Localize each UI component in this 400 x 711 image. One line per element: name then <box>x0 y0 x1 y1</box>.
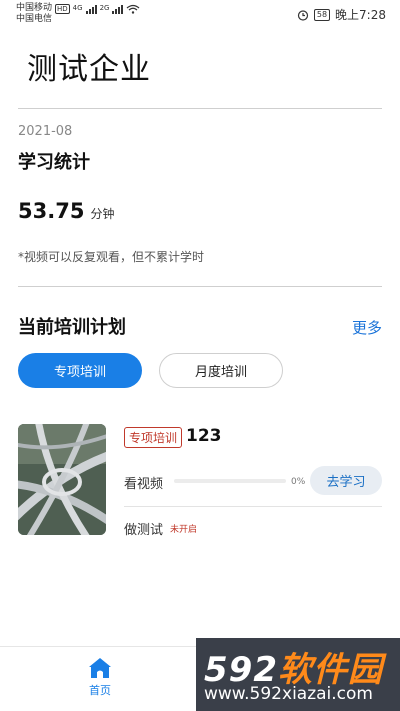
study-minutes: 53.75 分钟 <box>18 199 114 223</box>
wifi-icon <box>127 4 140 14</box>
nav-home[interactable]: 首页 <box>76 657 124 698</box>
training-plan-title: 当前培训计划 <box>18 317 126 338</box>
signal-icon <box>85 4 97 14</box>
status-bar: 中国移动 HD 4G 2G 中国电信 58 晚上7:28 <box>0 0 400 30</box>
minutes-unit: 分钟 <box>90 207 115 221</box>
course-thumbnail[interactable] <box>18 424 106 535</box>
header-divider <box>18 108 382 109</box>
signal-icon-2 <box>112 4 124 14</box>
minutes-value: 53.75 <box>18 199 85 223</box>
test-status: 未开启 <box>170 525 198 535</box>
status-time: 晚上7:28 <box>335 8 386 22</box>
take-test-label: 做测试 <box>124 523 164 538</box>
stat-month: 2021-08 <box>18 124 73 139</box>
network-type-2: 2G <box>99 4 110 12</box>
more-link[interactable]: 更多 <box>352 317 382 338</box>
watermark-url: www.592xiazai.com <box>204 684 373 704</box>
highway-image <box>18 424 106 535</box>
course-type-badge: 专项培训 <box>124 427 183 448</box>
alarm-icon <box>297 9 308 21</box>
carrier-secondary: 中国电信 <box>16 14 53 24</box>
carrier-primary: 中国移动 <box>16 3 53 13</box>
hd-indicator: HD <box>55 3 70 14</box>
stats-divider <box>18 286 382 287</box>
tab-special-training[interactable]: 专项培训 <box>18 353 142 388</box>
study-stats-title: 学习统计 <box>18 152 90 173</box>
watch-video-label: 看视频 <box>124 477 164 492</box>
home-icon <box>89 658 111 678</box>
battery-icon: 58 <box>313 8 331 21</box>
go-study-button[interactable]: 去学习 <box>310 466 382 495</box>
study-note: *视频可以反复观看，但不累计学时 <box>18 250 205 264</box>
company-title: 测试企业 <box>27 52 151 87</box>
tab-monthly-training[interactable]: 月度培训 <box>159 353 283 388</box>
video-progress-bar <box>174 479 286 483</box>
site-watermark: 592软件园 www.592xiazai.com <box>196 638 400 711</box>
nav-home-label: 首页 <box>89 684 111 697</box>
video-progress-text: 0% <box>291 477 306 487</box>
network-type-1: 4G <box>72 4 83 12</box>
carrier-info: 中国移动 HD 4G 2G 中国电信 <box>16 3 140 25</box>
course-name: 123 <box>186 426 222 446</box>
card-divider <box>124 506 382 507</box>
